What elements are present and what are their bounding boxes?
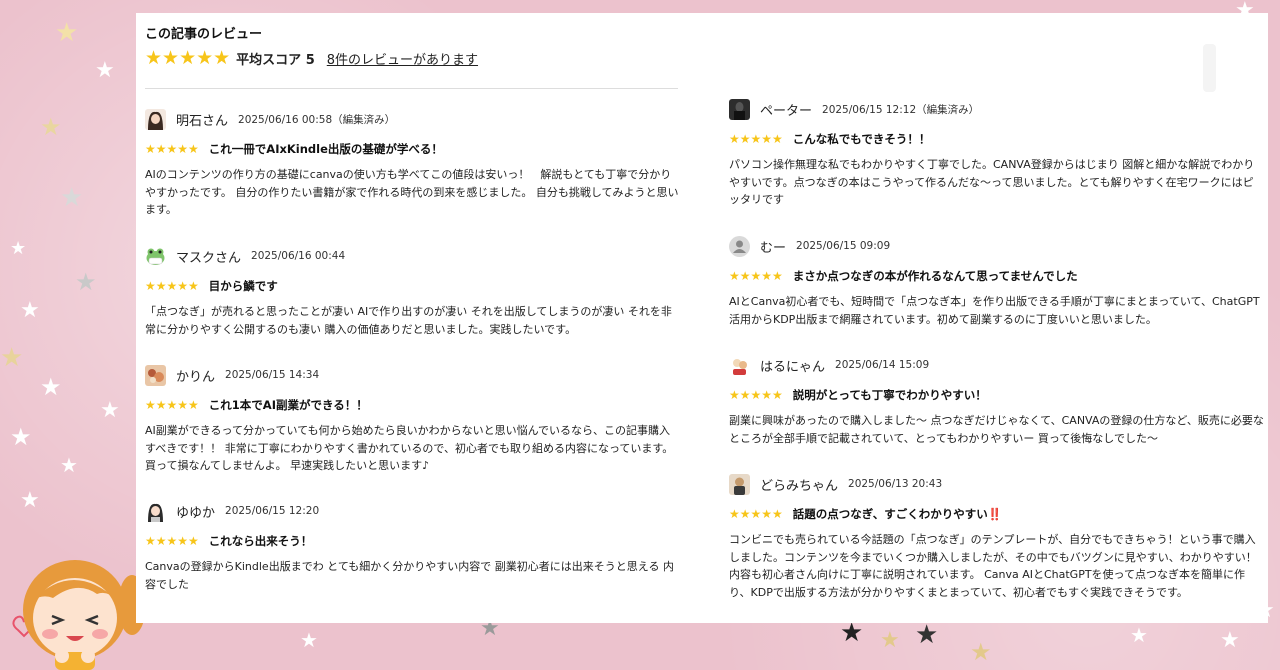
review-body: パソコン操作無理な私でもわかりやすく丁寧でした。CANVA登録からはじまり 図解… <box>729 158 1255 206</box>
star-decoration-icon: ★ <box>75 268 97 296</box>
average-score: 平均スコア 5 <box>236 52 315 68</box>
reviewer-name: はるにゃん <box>760 359 826 375</box>
reviewer-name: どらみちゃん <box>760 478 839 494</box>
review-title: 目から鱗です <box>208 279 278 293</box>
review-body: AIのコンテンツの作り方の基礎にcanvaの使い方も学べてこの値段は安いっ！ 解… <box>145 168 679 216</box>
review-date: 2025/06/16 00:58（編集済み） <box>238 113 396 126</box>
avatar <box>145 500 166 522</box>
star-decoration-icon: ★ <box>60 453 78 477</box>
star-decoration-icon: ★ <box>60 183 84 213</box>
star-decoration-icon: ★ <box>20 298 40 323</box>
review-body: AIとCanva初心者でも、短時間で「点つなぎ本」を作り出版できる手順が丁寧にま… <box>729 295 1260 326</box>
avatar <box>729 98 750 120</box>
star-decoration-icon: ★ <box>300 628 318 652</box>
star-decoration-icon: ★ <box>1220 628 1240 653</box>
review-body: 「点つなぎ」が売れると思ったことが凄い AIで作り出すのが凄い それを出版してし… <box>145 305 672 336</box>
review-item: ゆゆか 2025/06/15 12:20 ★★★★★ これなら出来そう！ Can… <box>145 498 680 593</box>
reviewer-name: 明石さん <box>176 113 229 129</box>
review-item: マスクさん 2025/06/16 00:44 ★★★★★ 目から鱗です 「点つな… <box>145 243 680 338</box>
section-title: この記事のレビュー <box>145 27 263 42</box>
review-title: 話題の点つなぎ、すごくわかりやすい‼️ <box>792 507 1003 521</box>
avatar <box>729 354 750 376</box>
review-date: 2025/06/15 14:34 <box>225 369 320 381</box>
review-body: 副業に興味があったので購入しました〜 点つなぎだけじゃなくて、CANVAの登録の… <box>729 414 1264 445</box>
review-item: どらみちゃん 2025/06/13 20:43 ★★★★★ 話題の点つなぎ、すご… <box>729 471 1264 601</box>
star-decoration-icon: ★ <box>100 398 120 423</box>
review-date: 2025/06/14 15:09 <box>835 359 930 371</box>
reviewer-name: マスクさん <box>176 250 242 266</box>
reviewer-name: むー <box>760 240 787 256</box>
scrollbar-thumb[interactable] <box>1203 44 1216 92</box>
review-date: 2025/06/15 12:20 <box>225 505 320 517</box>
review-item: むー 2025/06/15 09:09 ★★★★★ まさか点つなぎの本が作れるな… <box>729 233 1264 328</box>
review-body: Canvaの登録からKindle出版までわ とても細かく分かりやすい内容で 副業… <box>145 560 674 591</box>
review-item: ペーター 2025/06/15 12:12（編集済み） ★★★★★ こんな私でも… <box>729 96 1264 209</box>
star-decoration-icon: ★ <box>880 628 900 653</box>
review-item: はるにゃん 2025/06/14 15:09 ★★★★★ 説明がとっても丁寧でわ… <box>729 352 1264 447</box>
avatar <box>145 245 166 267</box>
review-title: こんな私でもできそう！！ <box>792 132 931 146</box>
review-title: これ1本でAI副業ができる！！ <box>208 398 368 412</box>
review-stars-icon: ★★★★★ <box>729 507 783 521</box>
star-decoration-icon: ★ <box>55 18 79 48</box>
review-title: これ一冊でAIxKindle出版の基礎が学べる！ <box>208 142 443 156</box>
rating-summary: ★★★★★ 平均スコア 5 8件のレビューがあります <box>145 47 478 69</box>
review-title: 説明がとっても丁寧でわかりやすい！ <box>792 388 987 402</box>
star-decoration-icon: ★ <box>840 618 864 648</box>
review-date: 2025/06/13 20:43 <box>848 478 943 490</box>
star-decoration-icon: ★ <box>915 620 939 650</box>
star-decoration-icon: ★ <box>95 58 115 83</box>
review-body: AI副業ができるって分かっていても何から始めたら良いかわからないと思い悩んでいる… <box>145 424 674 472</box>
star-decoration-icon: ★ <box>10 238 27 259</box>
review-date: 2025/06/16 00:44 <box>251 250 346 262</box>
review-date: 2025/06/15 09:09 <box>796 240 891 252</box>
review-body: コンビニでも売られている今話題の「点つなぎ」のテンプレートが、自分でもできちゃう… <box>729 533 1257 599</box>
avatar <box>145 108 166 130</box>
review-date: 2025/06/15 12:12（編集済み） <box>822 103 980 116</box>
rating-stars-icon: ★★★★★ <box>145 47 231 69</box>
divider <box>145 88 678 89</box>
star-decoration-icon: ★ <box>0 343 24 373</box>
review-title: これなら出来そう！ <box>208 534 313 548</box>
star-decoration-icon: ★ <box>40 373 62 401</box>
review-panel: この記事のレビュー ★★★★★ 平均スコア 5 8件のレビューがあります 明石さ… <box>136 13 1268 623</box>
review-stars-icon: ★★★★★ <box>145 142 199 156</box>
star-decoration-icon: ★ <box>10 423 32 451</box>
review-stars-icon: ★★★★★ <box>729 132 783 146</box>
reviewer-name: ゆゆか <box>176 505 216 521</box>
review-stars-icon: ★★★★★ <box>729 269 783 283</box>
star-decoration-icon: ★ <box>20 488 40 513</box>
review-stars-icon: ★★★★★ <box>145 279 199 293</box>
reviewer-name: ペーター <box>760 103 813 119</box>
mascot-girl-illustration <box>12 560 146 670</box>
review-item: 明石さん 2025/06/16 00:58（編集済み） ★★★★★ これ一冊でA… <box>145 106 680 219</box>
review-count-link[interactable]: 8件のレビューがあります <box>327 49 478 68</box>
star-decoration-icon: ★ <box>970 638 992 666</box>
review-item: かりん 2025/06/15 14:34 ★★★★★ これ1本でAI副業ができる… <box>145 362 680 475</box>
review-title: まさか点つなぎの本が作れるなんて思ってませんでした <box>792 269 1078 283</box>
reviewer-name: かりん <box>176 369 216 385</box>
review-stars-icon: ★★★★★ <box>145 398 199 412</box>
star-decoration-icon: ★ <box>40 113 62 141</box>
default-user-icon <box>729 235 750 257</box>
avatar <box>729 473 750 495</box>
review-stars-icon: ★★★★★ <box>729 388 783 402</box>
review-stars-icon: ★★★★★ <box>145 534 199 548</box>
avatar <box>145 364 166 386</box>
star-decoration-icon: ★ <box>1130 623 1148 647</box>
